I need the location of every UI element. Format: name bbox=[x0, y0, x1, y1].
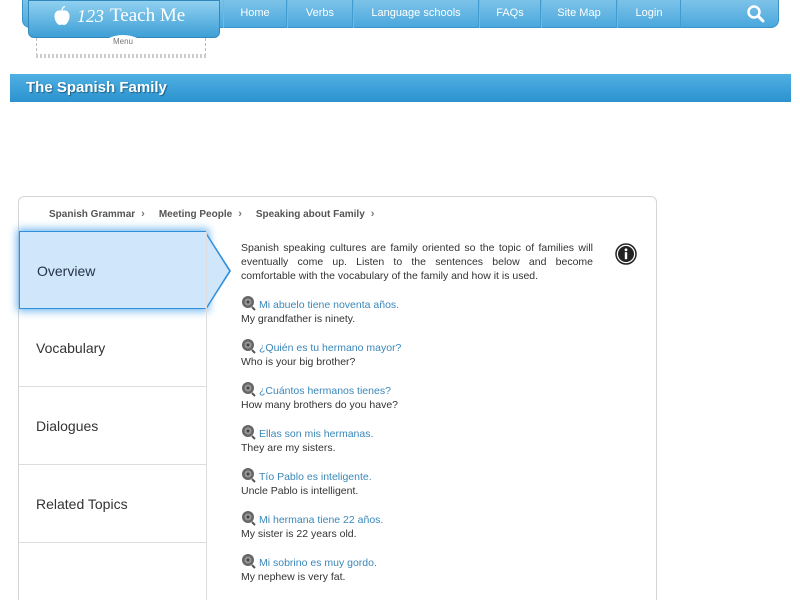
nav-login[interactable]: Login bbox=[617, 0, 681, 28]
list-item: Tío Pablo es inteligente. Uncle Pablo is… bbox=[241, 465, 593, 498]
main-nav: Home Verbs Language schools FAQs Site Ma… bbox=[223, 0, 681, 28]
english-translation: Who is your big brother? bbox=[241, 356, 356, 368]
nav-verbs[interactable]: Verbs bbox=[287, 0, 353, 28]
menu-edge-decoration bbox=[36, 54, 206, 58]
search-icon[interactable] bbox=[746, 4, 766, 24]
spanish-sentence: ¿Quién es tu hermano mayor? bbox=[259, 342, 402, 354]
spanish-sentence: Mi sobrino es muy gordo. bbox=[259, 557, 377, 569]
list-item: Mi hermana tiene 22 años. My sister is 2… bbox=[241, 508, 593, 541]
speaker-icon bbox=[242, 468, 256, 483]
spanish-audio-link[interactable]: Mi sobrino es muy gordo. bbox=[241, 551, 593, 569]
speaker-icon bbox=[242, 382, 256, 397]
active-pointer-arrow bbox=[205, 232, 231, 310]
nav-home[interactable]: Home bbox=[223, 0, 287, 28]
logo-text: Teach Me bbox=[110, 5, 186, 26]
english-translation: My sister is 22 years old. bbox=[241, 528, 357, 540]
spanish-audio-link[interactable]: ¿Quién es tu hermano mayor? bbox=[241, 336, 593, 354]
chevron-right-icon: › bbox=[141, 208, 145, 220]
intro-paragraph: Spanish speaking cultures are family ori… bbox=[241, 242, 593, 282]
chevron-right-icon: › bbox=[238, 208, 242, 220]
speaker-icon bbox=[242, 296, 256, 311]
logo-number: 123 bbox=[77, 5, 104, 26]
speaker-icon bbox=[242, 425, 256, 440]
sidebar-item-vocabulary[interactable]: Vocabulary bbox=[19, 309, 207, 387]
list-item: Mi sobrino es muy gordo. My nephew is ve… bbox=[241, 551, 593, 584]
spanish-audio-link[interactable]: Mi abuelo tiene noventa años. bbox=[241, 293, 593, 311]
apple-icon bbox=[54, 6, 70, 25]
spanish-audio-link[interactable]: Tío Pablo es inteligente. bbox=[241, 465, 593, 483]
spanish-sentence: Mi abuelo tiene noventa años. bbox=[259, 299, 400, 311]
speaker-icon bbox=[242, 339, 256, 354]
content-panel: Spanish Grammar › Meeting People › Speakin… bbox=[18, 196, 657, 600]
sidebar-item-overview[interactable]: Overview bbox=[19, 231, 231, 310]
sidebar-divider bbox=[206, 231, 207, 600]
spanish-sentence: Mi hermana tiene 22 años. bbox=[259, 514, 384, 526]
breadcrumb-speaking-about-family[interactable]: Speaking about Family › bbox=[256, 208, 375, 220]
spanish-audio-link[interactable]: Mi hermana tiene 22 años. bbox=[241, 508, 593, 526]
spanish-audio-link[interactable]: Ellas son mis hermanas. bbox=[241, 422, 593, 440]
english-translation: Uncle Pablo is intelligent. bbox=[241, 485, 359, 497]
spanish-sentence: Tío Pablo es inteligente. bbox=[259, 471, 372, 483]
site-logo[interactable]: 123 Teach Me bbox=[28, 0, 220, 38]
english-translation: My grandfather is ninety. bbox=[241, 313, 356, 325]
sentence-list: Mi abuelo tiene noventa años. My grandfa… bbox=[241, 293, 593, 584]
breadcrumb-meeting-people[interactable]: Meeting People › bbox=[159, 208, 242, 220]
info-icon[interactable] bbox=[615, 243, 637, 265]
list-item: ¿Quién es tu hermano mayor? Who is your … bbox=[241, 336, 593, 369]
list-item: Mi abuelo tiene noventa años. My grandfa… bbox=[241, 293, 593, 326]
speaker-icon bbox=[242, 511, 256, 526]
nav-language-schools[interactable]: Language schools bbox=[353, 0, 479, 28]
sidebar-item-dialogues[interactable]: Dialogues bbox=[19, 387, 207, 465]
english-translation: How many brothers do you have? bbox=[241, 399, 399, 411]
breadcrumb-spanish-grammar[interactable]: Spanish Grammar › bbox=[49, 208, 145, 220]
nav-faqs[interactable]: FAQs bbox=[479, 0, 541, 28]
page-title: The Spanish Family bbox=[26, 79, 167, 96]
list-item: ¿Cuántos hermanos tienes? How many broth… bbox=[241, 379, 593, 412]
overview-content: Spanish speaking cultures are family ori… bbox=[241, 241, 593, 594]
speaker-icon bbox=[242, 554, 256, 569]
sidebar-item-related-topics[interactable]: Related Topics bbox=[19, 465, 207, 543]
list-item: Ellas son mis hermanas. They are my sist… bbox=[241, 422, 593, 455]
nav-site-map[interactable]: Site Map bbox=[541, 0, 617, 28]
spanish-audio-link[interactable]: ¿Cuántos hermanos tienes? bbox=[241, 379, 593, 397]
spanish-sentence: Ellas son mis hermanas. bbox=[259, 428, 374, 440]
chevron-right-icon: › bbox=[370, 208, 375, 220]
english-translation: They are my sisters. bbox=[241, 442, 336, 454]
section-sidebar: Overview Vocabulary Dialogues Related To… bbox=[19, 231, 231, 543]
english-translation: My nephew is very fat. bbox=[241, 571, 346, 583]
page-title-bar: The Spanish Family bbox=[10, 74, 791, 102]
spanish-sentence: ¿Cuántos hermanos tienes? bbox=[259, 385, 391, 397]
breadcrumb: Spanish Grammar › Meeting People › Speakin… bbox=[49, 208, 388, 220]
